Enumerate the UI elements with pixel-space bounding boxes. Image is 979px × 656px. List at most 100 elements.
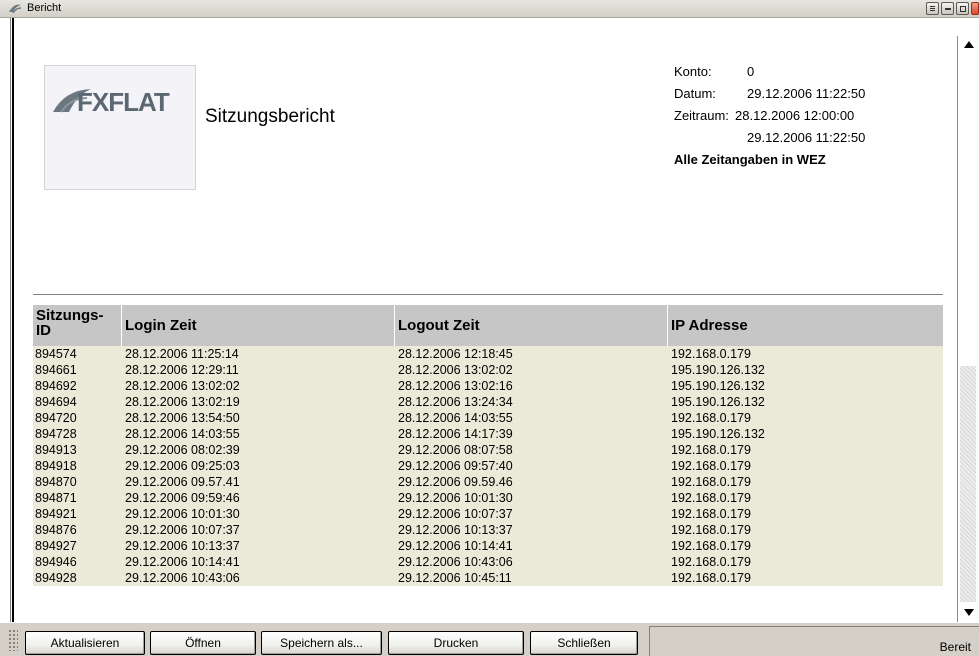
ip-address-cell: 192.168.0.179	[671, 475, 751, 489]
refresh-button[interactable]: Aktualisieren	[25, 631, 145, 655]
session-id-cell: 894661	[35, 363, 77, 377]
logout-time-cell: 28.12.2006 13:24:34	[398, 395, 513, 409]
session-id-cell: 894692	[35, 379, 77, 393]
table-header: Sitzungs- ID Login Zeit Logout Zeit IP A…	[33, 305, 943, 346]
table-row[interactable]: 894870 29.12.2006 09.57.41 29.12.2006 09.5…	[33, 474, 943, 490]
table-row[interactable]: 894928 29.12.2006 10:43:06 29.12.2006 10:4…	[33, 570, 943, 586]
session-id-cell: 894574	[35, 347, 77, 361]
session-id-cell: 894946	[35, 555, 77, 569]
report-content: FXFLAT Sitzungsbericht Konto: 0 Datum: 2…	[14, 36, 957, 622]
session-id-cell: 894918	[35, 459, 77, 473]
login-time-cell: 28.12.2006 13:02:19	[125, 395, 240, 409]
session-id-cell: 894876	[35, 523, 77, 537]
ip-address-cell: 192.168.0.179	[671, 555, 751, 569]
restore-icon[interactable]	[926, 2, 939, 15]
status-text: Bereit	[939, 640, 971, 654]
status-bar: Bereit	[649, 626, 979, 656]
login-time-cell: 29.12.2006 10:14:41	[125, 555, 240, 569]
print-button[interactable]: Drucken	[388, 631, 524, 655]
logout-time-cell: 29.12.2006 08:07:58	[398, 443, 513, 457]
logout-time-cell: 29.12.2006 10:07:37	[398, 507, 513, 521]
window-controls	[926, 2, 979, 16]
close-button[interactable]: Schließen	[530, 631, 638, 655]
table-row[interactable]: 894946 29.12.2006 10:14:41 29.12.2006 10:4…	[33, 554, 943, 570]
table-row[interactable]: 894574 28.12.2006 11:25:14 28.12.2006 12:1…	[33, 346, 943, 362]
maximize-icon[interactable]	[956, 2, 969, 15]
ip-address-cell: 195.190.126.132	[671, 427, 765, 441]
table-body: 894574 28.12.2006 11:25:14 28.12.2006 12:1…	[33, 346, 943, 586]
logout-time-cell: 28.12.2006 12:18:45	[398, 347, 513, 361]
zeitraum-to: 29.12.2006 11:22:50	[747, 130, 866, 145]
konto-label: Konto:	[674, 64, 712, 79]
zeitraum-from: 28.12.2006 12:00:00	[735, 108, 855, 123]
column-header-logout-time[interactable]: Logout Zeit	[394, 305, 667, 346]
table-row[interactable]: 894692 28.12.2006 13:02:02 28.12.2006 13:0…	[33, 378, 943, 394]
ip-address-cell: 192.168.0.179	[671, 507, 751, 521]
session-id-cell: 894928	[35, 571, 77, 585]
vertical-scrollbar[interactable]	[957, 36, 979, 622]
table-row[interactable]: 894871 29.12.2006 09:59:46 29.12.2006 10:0…	[33, 490, 943, 506]
title-bar[interactable]: Bericht	[0, 0, 979, 18]
logout-time-cell: 28.12.2006 14:17:39	[398, 427, 513, 441]
column-header-session-id[interactable]: Sitzungs- ID	[33, 305, 121, 346]
sessions-table: Sitzungs- ID Login Zeit Logout Zeit IP A…	[33, 305, 943, 586]
ip-address-cell: 192.168.0.179	[671, 523, 751, 537]
login-time-cell: 29.12.2006 08:02:39	[125, 443, 240, 457]
logout-time-cell: 28.12.2006 14:03:55	[398, 411, 513, 425]
fxflat-logo: FXFLAT	[53, 87, 171, 116]
ip-address-cell: 192.168.0.179	[671, 491, 751, 505]
save-as-button[interactable]: Speichern als...	[261, 631, 382, 655]
ip-address-cell: 195.190.126.132	[671, 363, 765, 377]
login-time-cell: 29.12.2006 09:59:46	[125, 491, 240, 505]
ip-address-cell: 192.168.0.179	[671, 459, 751, 473]
ip-address-cell: 195.190.126.132	[671, 395, 765, 409]
table-row[interactable]: 894876 29.12.2006 10:07:37 29.12.2006 10:1…	[33, 522, 943, 538]
logout-time-cell: 28.12.2006 13:02:16	[398, 379, 513, 393]
page-title: Sitzungsbericht	[205, 106, 335, 127]
login-time-cell: 28.12.2006 11:25:14	[125, 347, 239, 361]
zeitraum-label: Zeitraum:	[674, 108, 729, 123]
toolbar-grip-icon[interactable]	[8, 629, 18, 651]
table-row[interactable]: 894913 29.12.2006 08:02:39 29.12.2006 08:0…	[33, 442, 943, 458]
column-header-ip-address[interactable]: IP Adresse	[667, 305, 943, 346]
session-id-cell: 894913	[35, 443, 77, 457]
divider	[33, 294, 943, 295]
logout-time-cell: 29.12.2006 10:14:41	[398, 539, 513, 553]
table-row[interactable]: 894921 29.12.2006 10:01:30 29.12.2006 10:0…	[33, 506, 943, 522]
svg-text:FXFLAT: FXFLAT	[77, 87, 170, 116]
column-header-login-time[interactable]: Login Zeit	[121, 305, 394, 346]
table-row[interactable]: 894694 28.12.2006 13:02:19 28.12.2006 13:2…	[33, 394, 943, 410]
logout-time-cell: 29.12.2006 10:01:30	[398, 491, 513, 505]
scrollbar-thumb[interactable]	[960, 56, 976, 366]
bottom-toolbar: Aktualisieren Öffnen Speichern als... Dr…	[0, 622, 979, 656]
session-id-cell: 894728	[35, 427, 77, 441]
login-time-cell: 29.12.2006 10:01:30	[125, 507, 240, 521]
logout-time-cell: 29.12.2006 10:45:11	[398, 571, 512, 585]
window-title: Bericht	[27, 2, 62, 14]
table-row[interactable]: 894720 28.12.2006 13:54:50 28.12.2006 14:0…	[33, 410, 943, 426]
close-icon[interactable]	[971, 2, 979, 15]
open-button[interactable]: Öffnen	[150, 631, 256, 655]
timezone-note: Alle Zeitangaben in WEZ	[674, 152, 826, 167]
login-time-cell: 29.12.2006 09.57.41	[125, 475, 240, 489]
login-time-cell: 29.12.2006 10:13:37	[125, 539, 240, 553]
table-row[interactable]: 894661 28.12.2006 12:29:11 28.12.2006 13:0…	[33, 362, 943, 378]
ip-address-cell: 195.190.126.132	[671, 379, 765, 393]
login-time-cell: 28.12.2006 14:03:55	[125, 427, 240, 441]
logout-time-cell: 29.12.2006 09:57:40	[398, 459, 513, 473]
scroll-up-icon[interactable]	[960, 36, 976, 56]
session-id-cell: 894927	[35, 539, 77, 553]
logout-time-cell: 29.12.2006 09.59.46	[398, 475, 513, 489]
minimize-icon[interactable]	[941, 2, 954, 15]
table-row[interactable]: 894927 29.12.2006 10:13:37 29.12.2006 10:1…	[33, 538, 943, 554]
login-time-cell: 28.12.2006 12:29:11	[125, 363, 239, 377]
scroll-down-icon[interactable]	[960, 602, 976, 622]
table-row[interactable]: 894918 29.12.2006 09:25:03 29.12.2006 09:5…	[33, 458, 943, 474]
logo-box: FXFLAT	[44, 65, 196, 190]
datum-label: Datum:	[674, 86, 716, 101]
konto-value: 0	[747, 64, 755, 79]
table-row[interactable]: 894728 28.12.2006 14:03:55 28.12.2006 14:1…	[33, 426, 943, 442]
login-time-cell: 29.12.2006 09:25:03	[125, 459, 240, 473]
logout-time-cell: 28.12.2006 13:02:02	[398, 363, 513, 377]
session-id-cell: 894694	[35, 395, 77, 409]
